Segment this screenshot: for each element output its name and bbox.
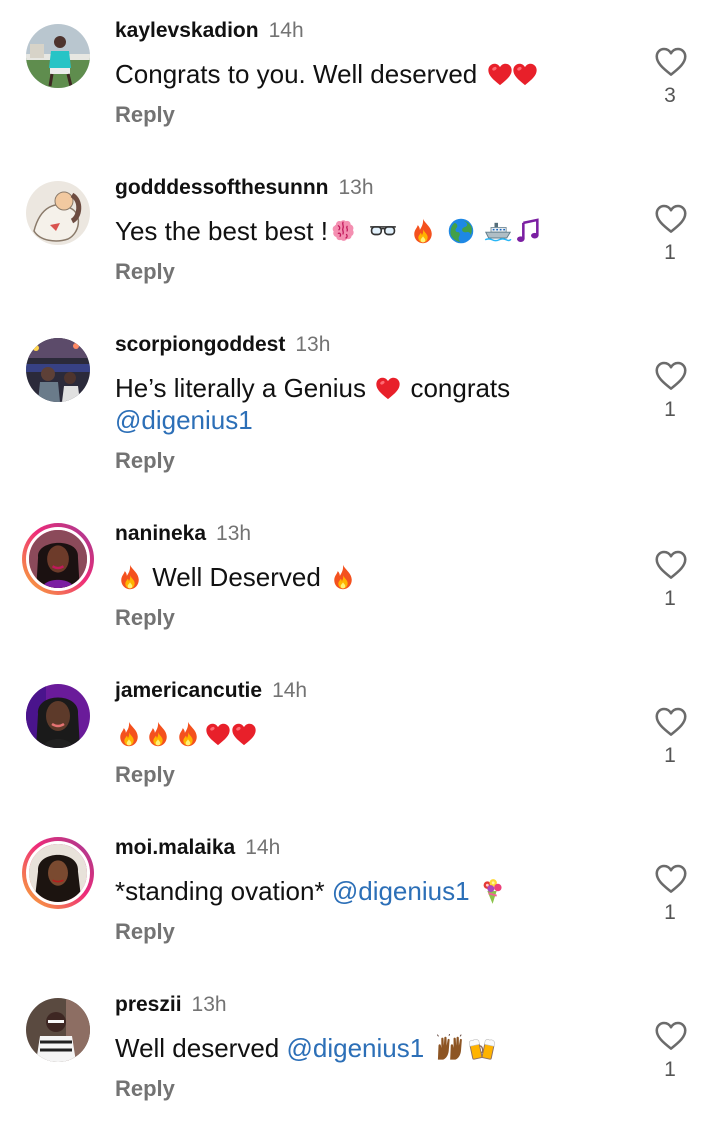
username[interactable]: moi.malaika [115, 836, 235, 859]
reply-button[interactable]: Reply [115, 259, 175, 285]
comment-text: Yes the best best ! [115, 215, 615, 247]
red-heart-icon [230, 720, 258, 748]
comment-meta: nanineka 13h [115, 521, 251, 547]
mention-link[interactable]: @digenius1 [287, 1033, 425, 1063]
fire-icon [174, 720, 202, 748]
comment-body: Congrats to you. Well deserved [115, 59, 478, 89]
comment-meta: godddessofthesunnn 13h [115, 175, 374, 201]
comment-text: Well deserved @digenius1 [115, 1032, 615, 1064]
red-heart-icon [486, 60, 514, 88]
comment-body: Well Deserved [152, 562, 321, 592]
fire-icon [144, 720, 172, 748]
red-heart-icon [374, 374, 402, 402]
avatar[interactable] [26, 338, 90, 402]
username[interactable]: kaylevskadion [115, 19, 259, 42]
red-heart-icon [204, 720, 232, 748]
like-count: 1 [664, 744, 676, 767]
username[interactable]: nanineka [115, 522, 206, 545]
reply-button[interactable]: Reply [115, 762, 175, 788]
like-heart-icon[interactable] [652, 702, 690, 740]
glasses-icon [366, 217, 400, 245]
fire-icon [116, 563, 144, 591]
comment-body: Well deserved [115, 1033, 280, 1063]
comment-meta: scorpiongoddest 13h [115, 332, 330, 358]
fire-icon [115, 720, 143, 748]
fire-icon [409, 217, 437, 245]
comment-meta: preszii 13h [115, 992, 227, 1018]
like-heart-icon[interactable] [652, 1016, 690, 1054]
username[interactable]: godddessofthesunnn [115, 176, 329, 199]
avatar[interactable] [26, 684, 90, 748]
like-heart-icon[interactable] [652, 356, 690, 394]
reply-button[interactable]: Reply [115, 102, 175, 128]
mention-link[interactable]: @digenius1 [332, 876, 470, 906]
timestamp: 14h [272, 679, 308, 702]
fire-icon [329, 563, 357, 591]
timestamp: 13h [338, 176, 374, 199]
comment-text: *standing ovation* @digenius1 [115, 875, 615, 907]
comment-text: He’s literally a Genius congrats @digeni… [115, 372, 555, 436]
red-heart-icon [511, 60, 539, 88]
raised-hands-icon [432, 1034, 466, 1062]
comment-text: Well Deserved [115, 561, 615, 593]
timestamp: 13h [191, 993, 227, 1016]
comment-text [115, 718, 615, 750]
mention-link[interactable]: @digenius1 [115, 405, 253, 435]
comment-body-end: congrats [410, 373, 511, 403]
timestamp: 13h [216, 522, 252, 545]
comment-meta: kaylevskadion 14h [115, 18, 304, 44]
like-heart-icon[interactable] [652, 42, 690, 80]
reply-button[interactable]: Reply [115, 1076, 175, 1102]
comment-body: He’s literally a Genius [115, 373, 366, 403]
comment-meta: moi.malaika 14h [115, 835, 280, 861]
comment-body: *standing ovation* [115, 876, 325, 906]
like-count: 1 [664, 241, 676, 264]
ship-icon [484, 217, 512, 245]
like-heart-icon[interactable] [652, 859, 690, 897]
username[interactable]: jamericancutie [115, 679, 262, 702]
like-count: 1 [664, 901, 676, 924]
reply-button[interactable]: Reply [115, 448, 175, 474]
avatar[interactable] [26, 181, 90, 245]
like-heart-icon[interactable] [652, 199, 690, 237]
avatar[interactable] [22, 837, 94, 909]
like-heart-icon[interactable] [652, 545, 690, 583]
clinking-beers-icon [468, 1034, 496, 1062]
like-count: 1 [664, 587, 676, 610]
avatar[interactable] [22, 523, 94, 595]
like-count: 1 [664, 1058, 676, 1081]
bouquet-icon [478, 877, 506, 905]
comment-text: Congrats to you. Well deserved [115, 58, 615, 90]
comment-body: Yes the best best ! [115, 216, 328, 246]
username[interactable]: scorpiongoddest [115, 333, 285, 356]
like-count: 3 [664, 84, 676, 107]
timestamp: 14h [245, 836, 281, 859]
avatar[interactable] [26, 998, 90, 1062]
like-count: 1 [664, 398, 676, 421]
comment-meta: jamericancutie 14h [115, 678, 307, 704]
music-notes-icon [514, 217, 542, 245]
reply-button[interactable]: Reply [115, 605, 175, 631]
avatar[interactable] [26, 24, 90, 88]
timestamp: 14h [268, 19, 304, 42]
brain-icon [329, 217, 357, 245]
globe-icon [447, 217, 475, 245]
reply-button[interactable]: Reply [115, 919, 175, 945]
timestamp: 13h [295, 333, 331, 356]
username[interactable]: preszii [115, 993, 182, 1016]
